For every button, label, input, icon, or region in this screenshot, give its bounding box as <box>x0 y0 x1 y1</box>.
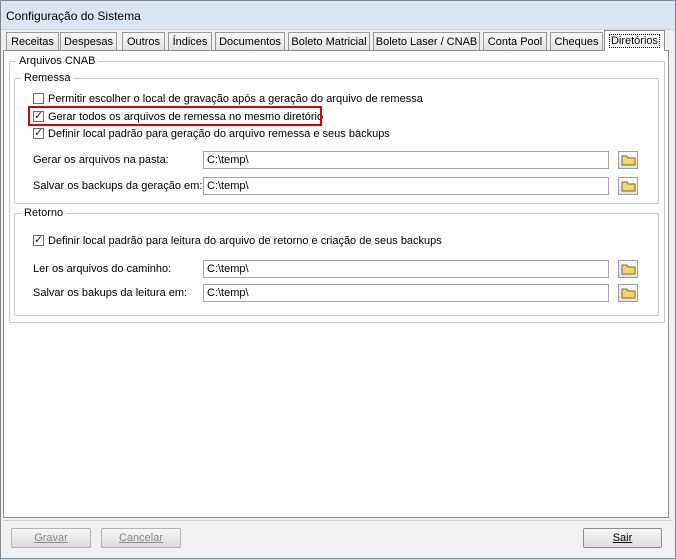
tab-boleto-laser-cnab[interactable]: Boleto Laser / CNAB <box>373 32 480 50</box>
group-arquivos-cnab: Arquivos CNAB Remessa Permitir escolher … <box>9 55 665 323</box>
browse-salvar-leitura-button[interactable] <box>618 284 638 302</box>
gravar-button[interactable]: Gravar <box>11 528 91 548</box>
tab-cheques[interactable]: Cheques <box>550 32 603 50</box>
gerar-pasta-input[interactable]: C:\temp\ <box>203 151 609 169</box>
tab-strip: Receitas Despesas Outros Índices Documen… <box>1 30 675 51</box>
checkbox-row-local-padrao-remessa[interactable]: ✓ Definir local padrão para geração do ar… <box>33 127 390 141</box>
folder-icon <box>621 181 636 192</box>
tab-indices[interactable]: Índices <box>168 32 212 50</box>
group-label-arquivos-cnab: Arquivos CNAB <box>16 55 99 68</box>
tab-diretorios[interactable]: Diretórios <box>604 30 665 51</box>
checkbox-local-padrao-retorno[interactable]: ✓ <box>33 233 44 246</box>
checkbox-label: Permitir escolher o local de gravação ap… <box>48 93 423 105</box>
sair-button[interactable]: Sair <box>583 528 662 548</box>
browse-ler-button[interactable] <box>618 260 638 278</box>
folder-icon <box>621 264 636 275</box>
label-gerar-arquivos: Gerar os arquivos na pasta: <box>33 154 169 166</box>
tab-boleto-matricial[interactable]: Boleto Matricial <box>288 32 370 50</box>
checkbox-permitir-escolher[interactable] <box>33 92 44 104</box>
group-label-remessa: Remessa <box>21 72 74 85</box>
title-bar: Configuração do Sistema <box>1 1 675 30</box>
folder-icon <box>621 155 636 166</box>
checkbox-row-permitir-escolher[interactable]: Permitir escolher o local de gravação ap… <box>33 92 423 106</box>
checkbox-local-padrao-remessa[interactable]: ✓ <box>33 126 44 139</box>
label-ler-arquivos: Ler os arquivos do caminho: <box>33 263 172 275</box>
group-retorno: Retorno ✓ Definir local padrão para leitu… <box>14 207 659 316</box>
config-window: Configuração do Sistema Receitas Despesa… <box>0 0 676 559</box>
window-title: Configuração do Sistema <box>6 9 141 23</box>
tab-documentos[interactable]: Documentos <box>215 32 285 50</box>
tab-receitas[interactable]: Receitas <box>6 32 59 50</box>
tab-outros[interactable]: Outros <box>122 32 165 50</box>
group-remessa: Remessa Permitir escolher o local de gra… <box>14 72 659 204</box>
checkbox-label: Definir local padrão para leitura do arq… <box>48 235 442 247</box>
label-salvar-leitura: Salvar os bakups da leitura em: <box>33 287 188 299</box>
check-icon: ✓ <box>34 233 44 246</box>
tab-despesas[interactable]: Despesas <box>60 32 117 50</box>
ler-caminho-input[interactable]: C:\temp\ <box>203 260 609 278</box>
browse-salvar-backups-button[interactable] <box>618 177 638 195</box>
button-bar: Gravar Cancelar Sair <box>3 520 673 557</box>
highlight-box <box>28 106 322 126</box>
checkbox-label: Definir local padrão para geração do arq… <box>48 128 390 140</box>
salvar-backups-input[interactable]: C:\temp\ <box>203 177 609 195</box>
group-label-retorno: Retorno <box>21 207 67 220</box>
check-icon: ✓ <box>34 126 44 139</box>
salvar-leitura-input[interactable]: C:\temp\ <box>203 284 609 302</box>
cancelar-button[interactable]: Cancelar <box>101 528 181 548</box>
browse-gerar-button[interactable] <box>618 151 638 169</box>
label-salvar-backups: Salvar os backups da geração em: <box>33 180 203 192</box>
tab-conta-pool[interactable]: Conta Pool <box>483 32 547 50</box>
checkbox-row-local-padrao-retorno[interactable]: ✓ Definir local padrão para leitura do ar… <box>33 234 442 248</box>
folder-icon <box>621 288 636 299</box>
